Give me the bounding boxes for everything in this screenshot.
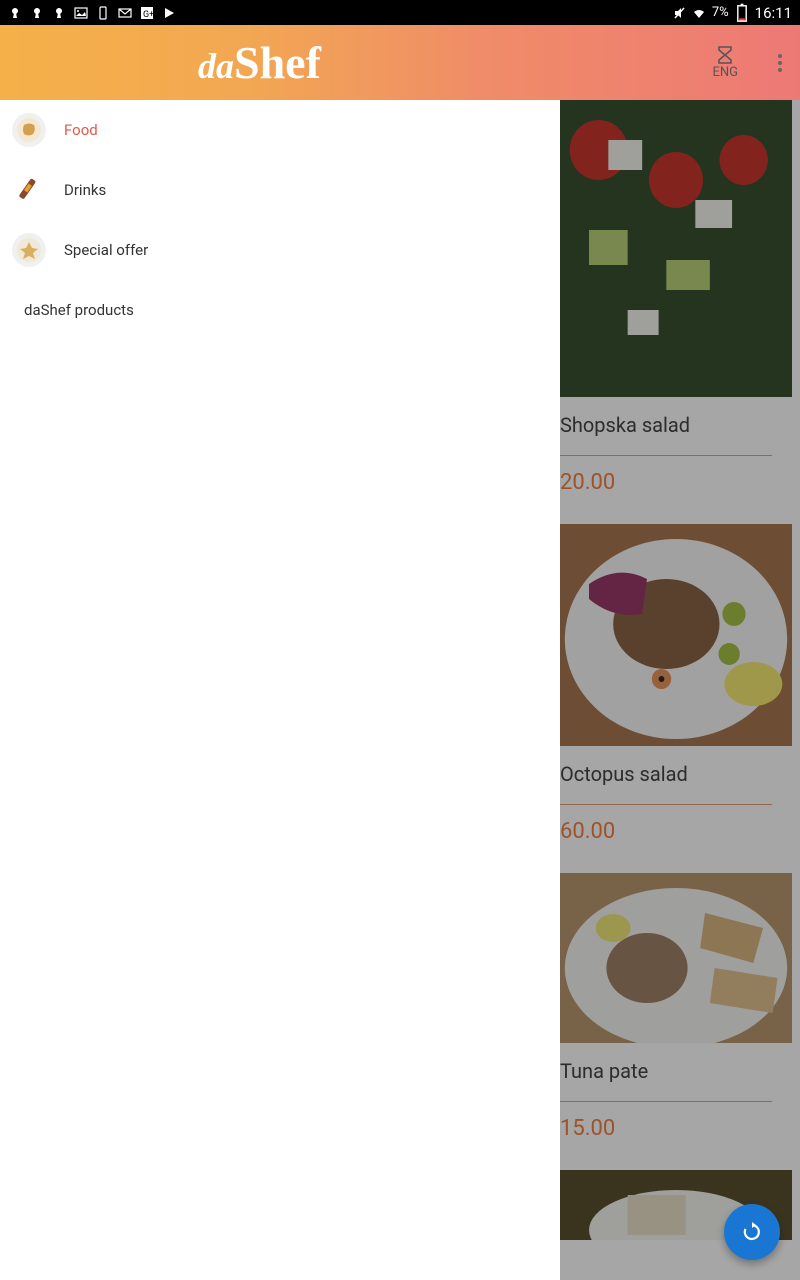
app-bar: daShef ENG bbox=[0, 25, 800, 100]
drawer-scrim[interactable] bbox=[560, 100, 800, 1280]
gplus-icon: G+ bbox=[140, 6, 154, 20]
food-icon bbox=[12, 113, 46, 147]
language-button[interactable]: ENG bbox=[712, 45, 738, 80]
drawer-item-food[interactable]: Food bbox=[0, 100, 560, 160]
wifi-icon bbox=[692, 6, 706, 20]
overflow-menu-button[interactable] bbox=[778, 54, 782, 72]
refresh-fab[interactable] bbox=[724, 1204, 780, 1260]
clock-text: 16:11 bbox=[755, 4, 792, 22]
refresh-icon bbox=[740, 1220, 764, 1244]
drinks-icon bbox=[12, 173, 46, 207]
hourglass-icon bbox=[717, 45, 733, 65]
language-label: ENG bbox=[712, 65, 738, 80]
drawer-item-label: Drinks bbox=[64, 181, 106, 199]
keyhole-icon bbox=[8, 6, 22, 20]
app-logo: daShef bbox=[198, 36, 321, 89]
battery-percent: 7% bbox=[712, 5, 729, 20]
drawer-item-special[interactable]: Special offer bbox=[0, 220, 560, 280]
battery-icon bbox=[735, 6, 749, 20]
drawer-item-label: Food bbox=[64, 121, 98, 139]
drawer-item-label: Special offer bbox=[64, 241, 148, 259]
svg-text:G+: G+ bbox=[143, 10, 154, 20]
keyhole-icon bbox=[30, 6, 44, 20]
keyhole-icon bbox=[52, 6, 66, 20]
navigation-drawer: Food Drinks Special offer daShef product… bbox=[0, 100, 560, 1280]
mail-icon bbox=[118, 6, 132, 20]
drawer-item-drinks[interactable]: Drinks bbox=[0, 160, 560, 220]
special-icon bbox=[12, 233, 46, 267]
drawer-item-products[interactable]: daShef products bbox=[0, 280, 560, 340]
drawer-item-label: daShef products bbox=[24, 301, 134, 319]
phone-icon bbox=[96, 6, 110, 20]
play-icon bbox=[162, 6, 176, 20]
image-icon bbox=[74, 6, 88, 20]
status-bar: G+ 7% 16:11 bbox=[0, 0, 800, 25]
mute-icon bbox=[672, 6, 686, 20]
